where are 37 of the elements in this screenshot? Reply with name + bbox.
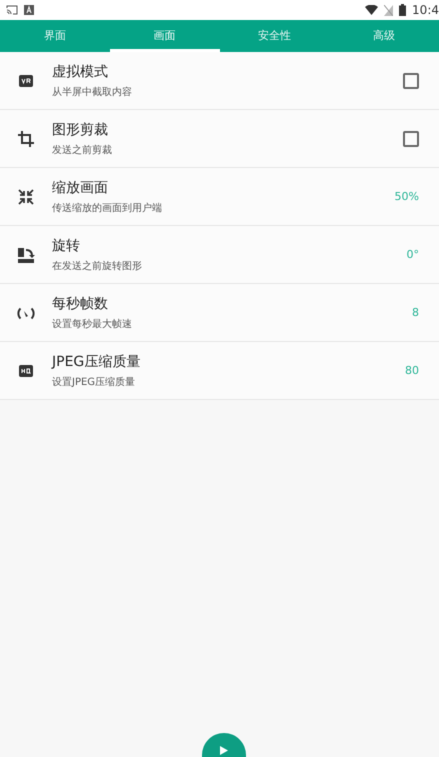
checkbox[interactable] [403, 130, 419, 146]
setting-value: 50% [394, 190, 419, 203]
setting-row[interactable]: 旋转 在发送之前旋转图形 0° [0, 226, 439, 284]
setting-value: 0° [406, 248, 419, 261]
setting-row[interactable]: 缩放画面 传送缩放的画面到用户端 50% [0, 168, 439, 226]
status-time: 10:4 [412, 3, 439, 17]
setting-subtitle: 从半屏中截取内容 [52, 86, 133, 98]
setting-subtitle: 设置JPEG压缩质量 [52, 376, 136, 388]
wifi-icon [365, 5, 378, 15]
no-sim-icon [384, 4, 394, 16]
vr-icon [19, 74, 33, 86]
app-notification-icon [24, 5, 34, 15]
compress-icon [18, 188, 34, 204]
cast-icon [6, 5, 18, 15]
setting-title: JPEG压缩质量 [52, 352, 142, 370]
setting-title: 图形剪裁 [52, 120, 109, 138]
setting-subtitle: 设置每秒最大帧速 [52, 318, 133, 330]
hq-icon [19, 364, 33, 376]
setting-subtitle: 发送之前剪裁 [52, 144, 113, 156]
setting-subtitle: 传送缩放的画面到用户端 [52, 202, 163, 214]
setting-row[interactable]: 每秒帧数 设置每秒最大帧速 8 [0, 284, 439, 342]
play-button[interactable] [202, 733, 246, 757]
setting-row[interactable]: 虚拟模式 从半屏中截取内容 [0, 52, 439, 110]
setting-row[interactable]: JPEG压缩质量 设置JPEG压缩质量 80 [0, 342, 439, 400]
crop-icon [17, 130, 35, 148]
checkbox[interactable] [403, 72, 419, 88]
battery-icon [399, 4, 406, 16]
setting-title: 缩放画面 [52, 178, 109, 196]
setting-title: 旋转 [52, 236, 81, 254]
rotate-icon [17, 246, 35, 264]
setting-row[interactable]: 图形剪裁 发送之前剪裁 [0, 110, 439, 168]
setting-subtitle: 在发送之前旋转图形 [52, 260, 143, 272]
setting-value: 8 [412, 306, 419, 319]
setting-value: 80 [405, 364, 419, 377]
play-icon [220, 746, 228, 755]
setting-title: 虚拟模式 [52, 62, 109, 80]
setting-title: 每秒帧数 [52, 294, 109, 312]
